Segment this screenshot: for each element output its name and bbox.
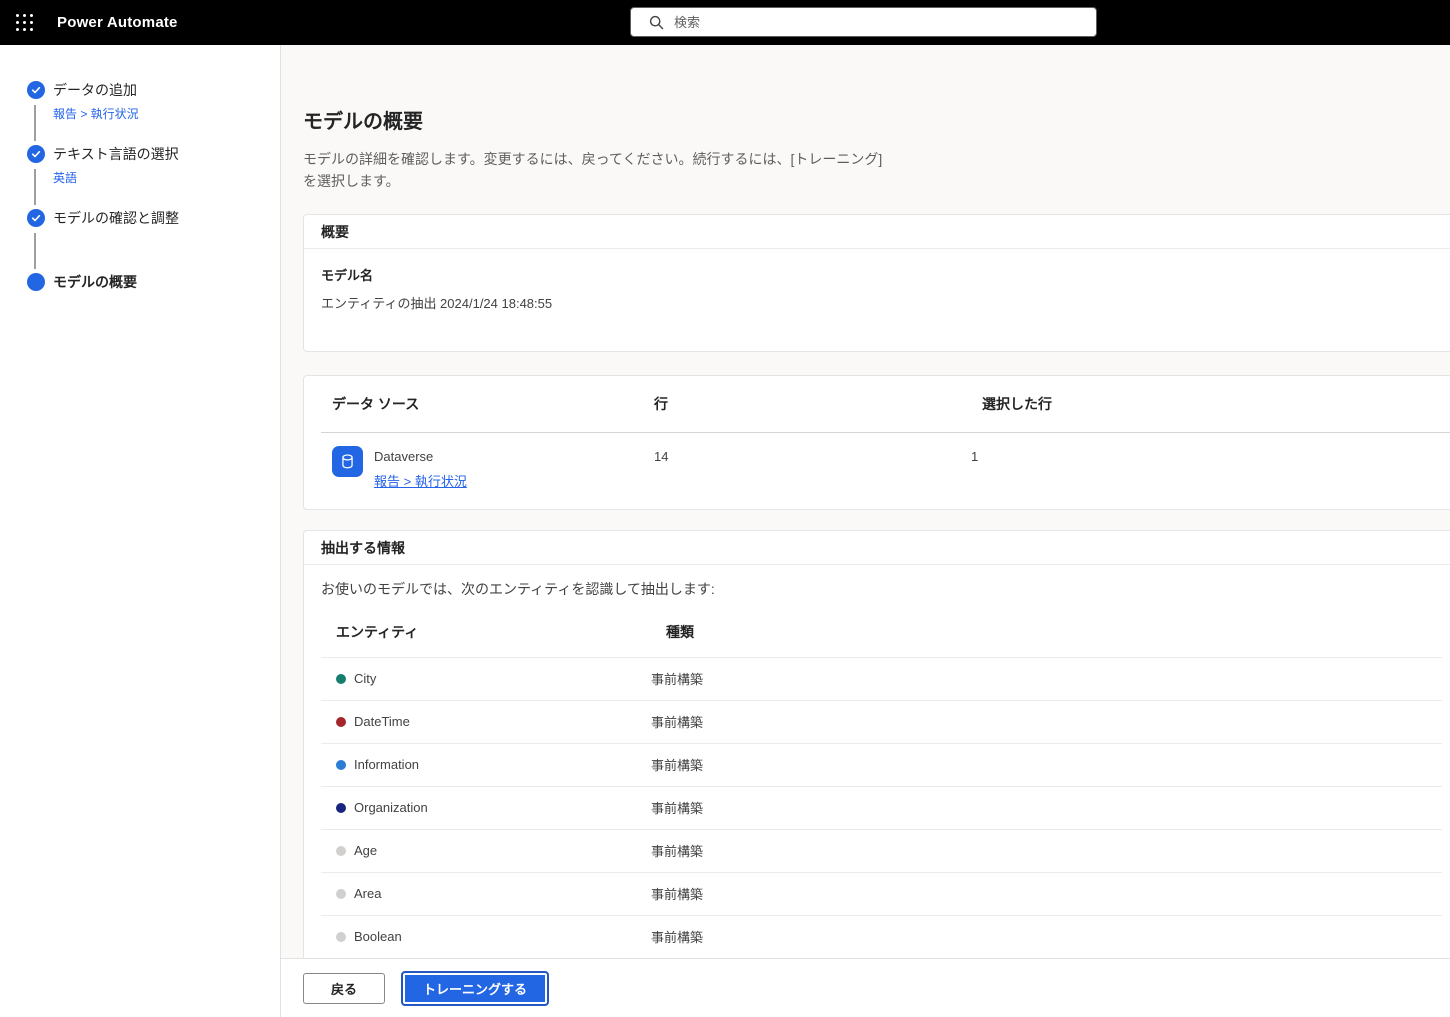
datasource-table-link[interactable]: 報告 > 執行状況 <box>374 471 467 490</box>
entity-type: 事前構築 <box>651 872 1442 915</box>
step-label: データの追加 <box>53 81 280 99</box>
entity-color-dot <box>336 760 346 770</box>
entity-name: Area <box>354 886 381 901</box>
wizard-footer: 戻る トレーニングする <box>281 958 1450 1017</box>
extract-info-card: 抽出する情報 お使いのモデルでは、次のエンティティを認識して抽出します: エンテ… <box>303 530 1450 1017</box>
overview-card-title: 概要 <box>304 215 1450 249</box>
col-entity: エンティティ <box>321 607 651 657</box>
search-icon <box>649 15 664 30</box>
col-type: 種類 <box>651 607 1442 657</box>
entity-type: 事前構築 <box>651 700 1442 743</box>
step-sublink-language[interactable]: 英語 <box>53 169 77 186</box>
dataverse-icon <box>332 446 363 477</box>
page-description: モデルの詳細を確認します。変更するには、戻ってください。続行するには、[トレーニ… <box>303 148 895 192</box>
entity-name: Age <box>354 843 377 858</box>
step-model-summary[interactable]: モデルの概要 <box>0 273 280 337</box>
entity-row: Age 事前構築 <box>321 829 1442 872</box>
model-name-value: エンティティの抽出 2024/1/24 18:48:55 <box>321 293 1442 312</box>
entity-color-dot <box>336 889 346 899</box>
entity-type: 事前構築 <box>651 786 1442 829</box>
entity-row: Area 事前構築 <box>321 872 1442 915</box>
model-name-label: モデル名 <box>321 265 1442 284</box>
main-content: モデルの概要 モデルの詳細を確認します。変更するには、戻ってください。続行するに… <box>281 45 1450 1017</box>
col-rows: 行 <box>654 376 971 432</box>
datasource-row: Dataverse 報告 > 執行状況 14 1 <box>321 432 1450 510</box>
entity-type: 事前構築 <box>651 743 1442 786</box>
step-label: モデルの概要 <box>53 273 280 291</box>
step-completed-icon <box>27 81 45 99</box>
search-input[interactable] <box>674 15 1086 30</box>
entity-type: 事前構築 <box>651 657 1442 700</box>
datasource-header-row: データ ソース 行 選択した行 <box>321 376 1450 432</box>
waffle-grid <box>16 14 33 31</box>
step-sublink-table[interactable]: 報告 > 執行状況 <box>53 105 139 122</box>
step-completed-icon <box>27 209 45 227</box>
back-button[interactable]: 戻る <box>303 973 385 1004</box>
datasource-rows-value: 14 <box>654 432 971 510</box>
train-button[interactable]: トレーニングする <box>401 971 549 1006</box>
step-review-adjust-model[interactable]: モデルの確認と調整 <box>0 209 280 273</box>
col-datasource: データ ソース <box>321 376 654 432</box>
entity-color-dot <box>336 846 346 856</box>
col-selected-rows: 選択した行 <box>971 376 1450 432</box>
extract-info-card-title: 抽出する情報 <box>304 531 1450 565</box>
entity-name: DateTime <box>354 714 410 729</box>
datasource-name: Dataverse <box>374 449 467 464</box>
entity-name: City <box>354 671 376 686</box>
entity-color-dot <box>336 674 346 684</box>
entity-row: Information 事前構築 <box>321 743 1442 786</box>
step-label: テキスト言語の選択 <box>53 145 280 163</box>
entity-header-row: エンティティ 種類 <box>321 607 1442 657</box>
search-box[interactable] <box>630 7 1097 37</box>
entity-name: Boolean <box>354 929 402 944</box>
step-select-language[interactable]: テキスト言語の選択 英語 <box>0 145 280 209</box>
entity-type: 事前構築 <box>651 829 1442 872</box>
entity-color-dot <box>336 717 346 727</box>
entity-row: DateTime 事前構築 <box>321 700 1442 743</box>
datasource-card: データ ソース 行 選択した行 <box>303 375 1450 510</box>
top-app-bar: Power Automate <box>0 0 1450 45</box>
datasource-selected-rows-value: 1 <box>971 432 1450 510</box>
entity-type: 事前構築 <box>651 915 1442 958</box>
entity-row: Organization 事前構築 <box>321 786 1442 829</box>
entity-row: Boolean 事前構築 <box>321 915 1442 958</box>
step-label: モデルの確認と調整 <box>53 209 280 227</box>
wizard-stepper-sidebar: データの追加 報告 > 執行状況 テキスト言語の選択 英語 モデルの確認と調整 … <box>0 45 281 1017</box>
app-title: Power Automate <box>57 14 178 31</box>
step-completed-icon <box>27 145 45 163</box>
entity-name: Information <box>354 757 419 772</box>
overview-card: 概要 モデル名 エンティティの抽出 2024/1/24 18:48:55 <box>303 214 1450 352</box>
step-current-icon <box>27 273 45 291</box>
waffle-menu-icon[interactable] <box>0 0 48 45</box>
step-add-data[interactable]: データの追加 報告 > 執行状況 <box>0 81 280 145</box>
entity-color-dot <box>336 803 346 813</box>
entity-name: Organization <box>354 800 428 815</box>
page-title: モデルの概要 <box>303 105 1450 134</box>
extract-info-description: お使いのモデルでは、次のエンティティを認識して抽出します: <box>304 565 1450 599</box>
entity-row: City 事前構築 <box>321 657 1442 700</box>
entity-color-dot <box>336 932 346 942</box>
